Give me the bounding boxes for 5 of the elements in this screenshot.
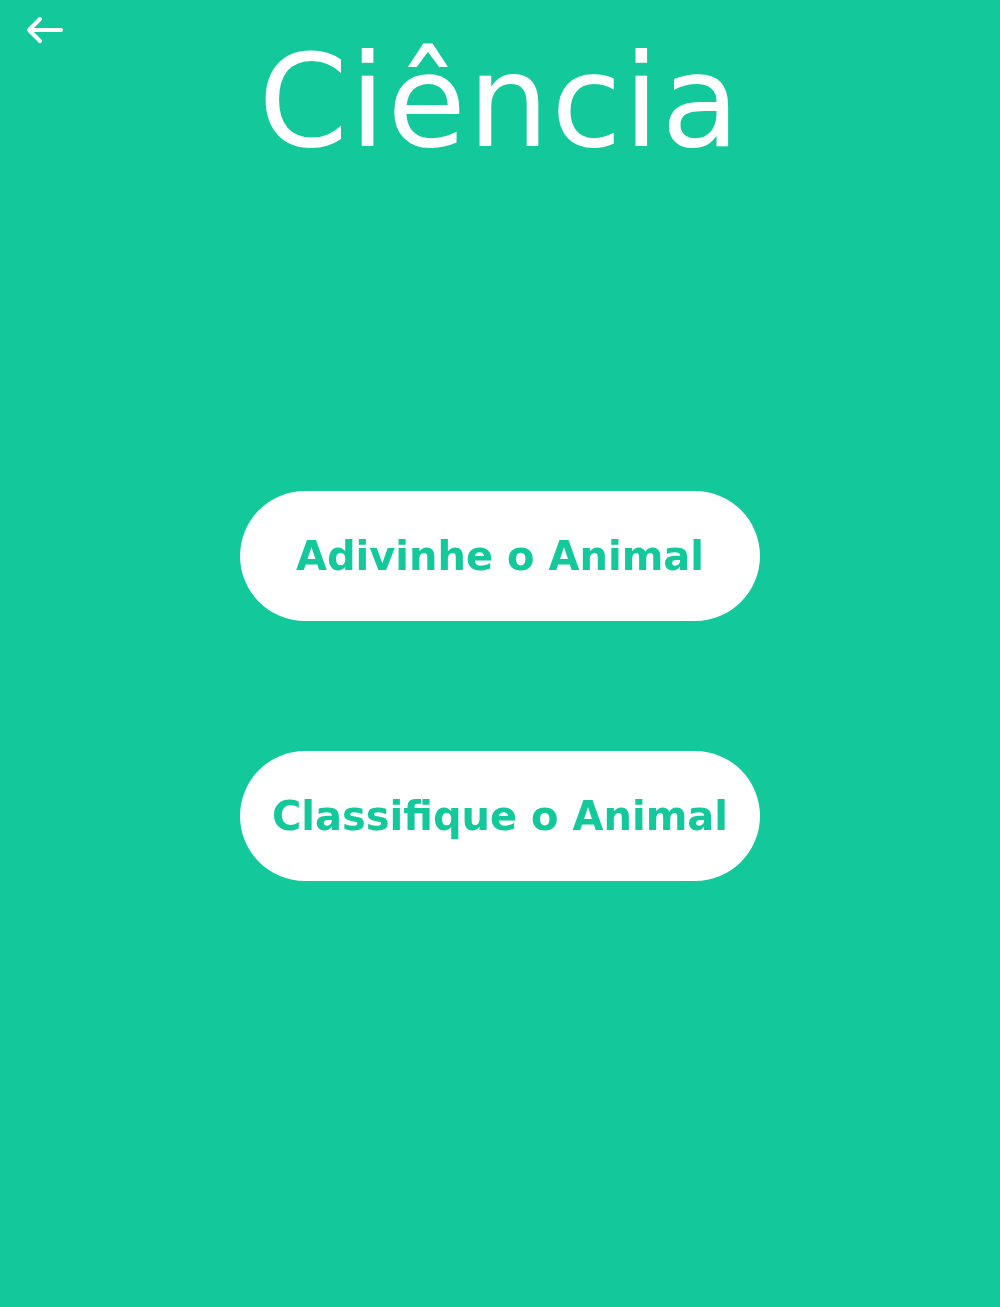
menu-button[interactable]: Classifique o Animal — [240, 750, 760, 881]
menu-button[interactable]: Adivinhe o Animal — [240, 490, 760, 621]
back-arrow-icon — [26, 16, 64, 44]
page-title: Ciência — [258, 32, 742, 173]
back-button[interactable] — [26, 16, 66, 46]
